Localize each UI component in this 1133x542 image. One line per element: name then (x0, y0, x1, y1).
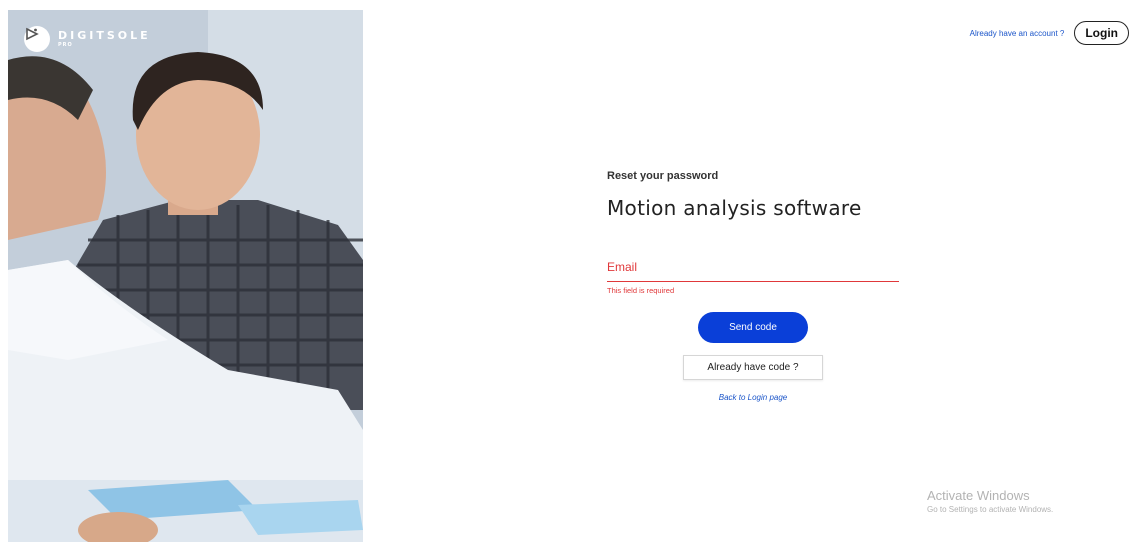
email-field[interactable] (607, 260, 899, 274)
login-button[interactable]: Login (1074, 21, 1129, 45)
already-have-account-link[interactable]: Already have an account ? (970, 29, 1065, 38)
brand-name: DIGITSOLE (58, 29, 151, 42)
watermark-title: Activate Windows (927, 488, 1030, 503)
windows-activation-watermark: Activate Windows Go to Settings to activ… (927, 488, 1053, 514)
logo-icon (24, 26, 50, 52)
brand-sub: PRO (58, 42, 73, 48)
brand-logo: DIGITSOLE PRO (24, 26, 151, 52)
form-eyebrow: Reset your password (607, 170, 719, 182)
already-have-code-button[interactable]: Already have code ? (683, 355, 823, 380)
header-account-area: Already have an account ? Login (970, 21, 1129, 45)
page-title: Motion analysis software (607, 196, 862, 220)
watermark-subtitle: Go to Settings to activate Windows. (927, 505, 1054, 514)
hero-image: DIGITSOLE PRO (8, 10, 363, 542)
hero-photo-illustration (8, 10, 363, 542)
email-error-message: This field is required (607, 286, 675, 295)
back-to-login-link[interactable]: Back to Login page (719, 393, 788, 402)
send-code-button[interactable]: Send code (698, 312, 808, 343)
email-field-wrapper (607, 258, 899, 282)
reset-password-form: Reset your password Motion analysis soft… (607, 170, 899, 402)
form-actions: Send code Already have code ? Back to Lo… (607, 295, 899, 402)
